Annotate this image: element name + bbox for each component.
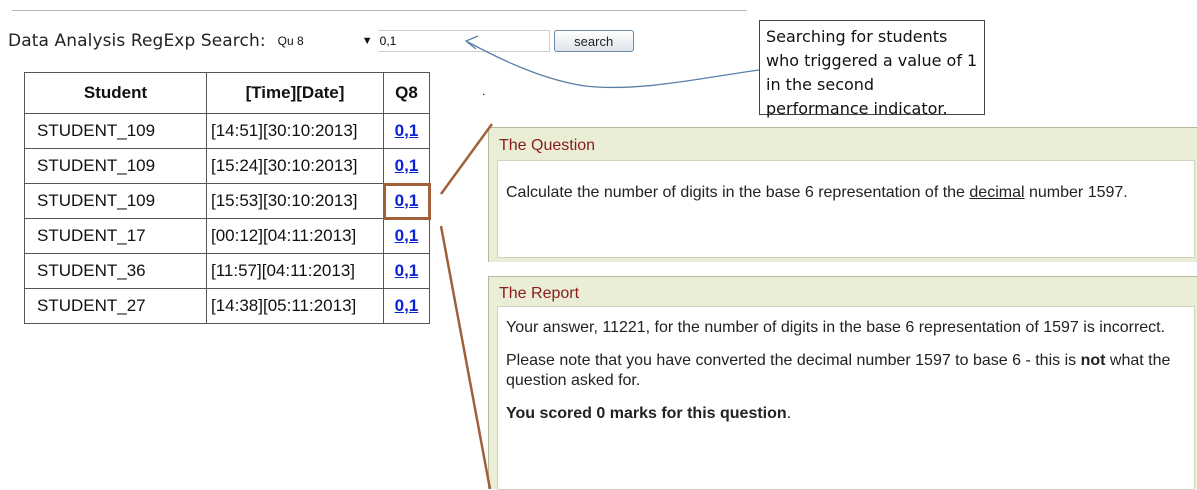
- q8-value-link[interactable]: 0,1: [395, 156, 419, 175]
- regexp-search-input[interactable]: [377, 30, 550, 52]
- q8-cell: 0,1: [383, 288, 430, 324]
- report-score: You scored 0 marks for this question.: [506, 404, 1186, 424]
- table-row: STUDENT_27 [14:38][05:11:2013] 0,1: [24, 288, 430, 324]
- time-date-cell: [14:51][30:10:2013]: [206, 113, 384, 149]
- search-button[interactable]: search: [553, 30, 634, 52]
- chevron-down-icon: ▼: [361, 35, 373, 47]
- time-date-cell: [15:24][30:10:2013]: [206, 148, 384, 184]
- time-date-cell: [14:38][05:11:2013]: [206, 288, 384, 324]
- table-row: STUDENT_36 [11:57][04:11:2013] 0,1: [24, 253, 430, 289]
- student-cell: STUDENT_109: [24, 148, 207, 184]
- report-score-end: .: [786, 405, 792, 422]
- column-header-q8: Q8: [383, 72, 430, 114]
- report-score-text: You scored 0 marks for this question: [506, 405, 787, 422]
- question-select-value: Qu 8: [277, 34, 304, 48]
- report-panel-title: The Report: [499, 285, 580, 302]
- q8-value-link[interactable]: 0,1: [395, 121, 419, 140]
- table-row: STUDENT_109 [15:53][30:10:2013] 0,1: [24, 182, 431, 220]
- question-panel: The Question Calculate the number of dig…: [488, 127, 1197, 262]
- zoom-connector-bottom: [439, 225, 492, 489]
- column-header-student: Student: [24, 72, 207, 114]
- table-row: STUDENT_109 [15:24][30:10:2013] 0,1: [24, 148, 430, 184]
- annotation-callout: Searching for students who triggered a v…: [759, 20, 985, 118]
- table-row: STUDENT_109 [14:51][30:10:2013] 0,1: [24, 113, 430, 149]
- table-row: STUDENT_17 [00:12][04:11:2013] 0,1: [24, 218, 430, 254]
- report-answer-text: Your answer, 11221, for the number of di…: [506, 319, 1166, 336]
- student-cell: STUDENT_36: [24, 253, 207, 289]
- results-table: Student [Time][Date] Q8 STUDENT_109 [14:…: [24, 72, 431, 324]
- question-select[interactable]: Qu 8 ▼: [273, 30, 378, 52]
- q8-cell-highlighted: 0,1: [382, 182, 431, 220]
- question-panel-title: The Question: [499, 137, 596, 154]
- q8-value-link[interactable]: 0,1: [395, 261, 419, 280]
- column-header-time-date: [Time][Date]: [206, 72, 384, 114]
- q8-cell: 0,1: [383, 218, 430, 254]
- search-bar: Data Analysis RegExp Search: Qu 8 ▼ sear…: [8, 28, 634, 54]
- question-panel-body: Calculate the number of digits in the ba…: [497, 160, 1195, 258]
- q8-value-link[interactable]: 0,1: [395, 296, 419, 315]
- student-cell: STUDENT_109: [24, 113, 207, 149]
- q8-cell: 0,1: [383, 253, 430, 289]
- q8-cell: 0,1: [383, 113, 430, 149]
- time-date-cell: [00:12][04:11:2013]: [206, 218, 384, 254]
- table-header-row: Student [Time][Date] Q8: [24, 72, 430, 114]
- report-note-text: Please note that you have converted the …: [506, 352, 1081, 369]
- report-panel: The Report Your answer, 11221, for the n…: [488, 276, 1197, 490]
- zoom-connector-top: [439, 123, 494, 195]
- report-note-emphasis: not: [1080, 352, 1106, 369]
- report-note: Please note that you have converted the …: [506, 351, 1186, 391]
- q8-cell: 0,1: [383, 148, 430, 184]
- stray-dot: .: [482, 84, 486, 98]
- time-date-cell: [15:53][30:10:2013]: [206, 183, 384, 219]
- student-cell: STUDENT_109: [24, 183, 207, 219]
- q8-value-link[interactable]: 0,1: [395, 226, 419, 245]
- question-text: Calculate the number of digits in the ba…: [506, 184, 970, 201]
- report-panel-body: Your answer, 11221, for the number of di…: [497, 306, 1195, 490]
- student-cell: STUDENT_27: [24, 288, 207, 324]
- question-text-end: number 1597.: [1024, 184, 1128, 201]
- top-divider: [12, 10, 747, 11]
- q8-value-link[interactable]: 0,1: [395, 191, 419, 210]
- question-text-decimal: decimal: [969, 184, 1025, 201]
- search-label: Data Analysis RegExp Search:: [8, 31, 266, 51]
- time-date-cell: [11:57][04:11:2013]: [206, 253, 384, 289]
- student-cell: STUDENT_17: [24, 218, 207, 254]
